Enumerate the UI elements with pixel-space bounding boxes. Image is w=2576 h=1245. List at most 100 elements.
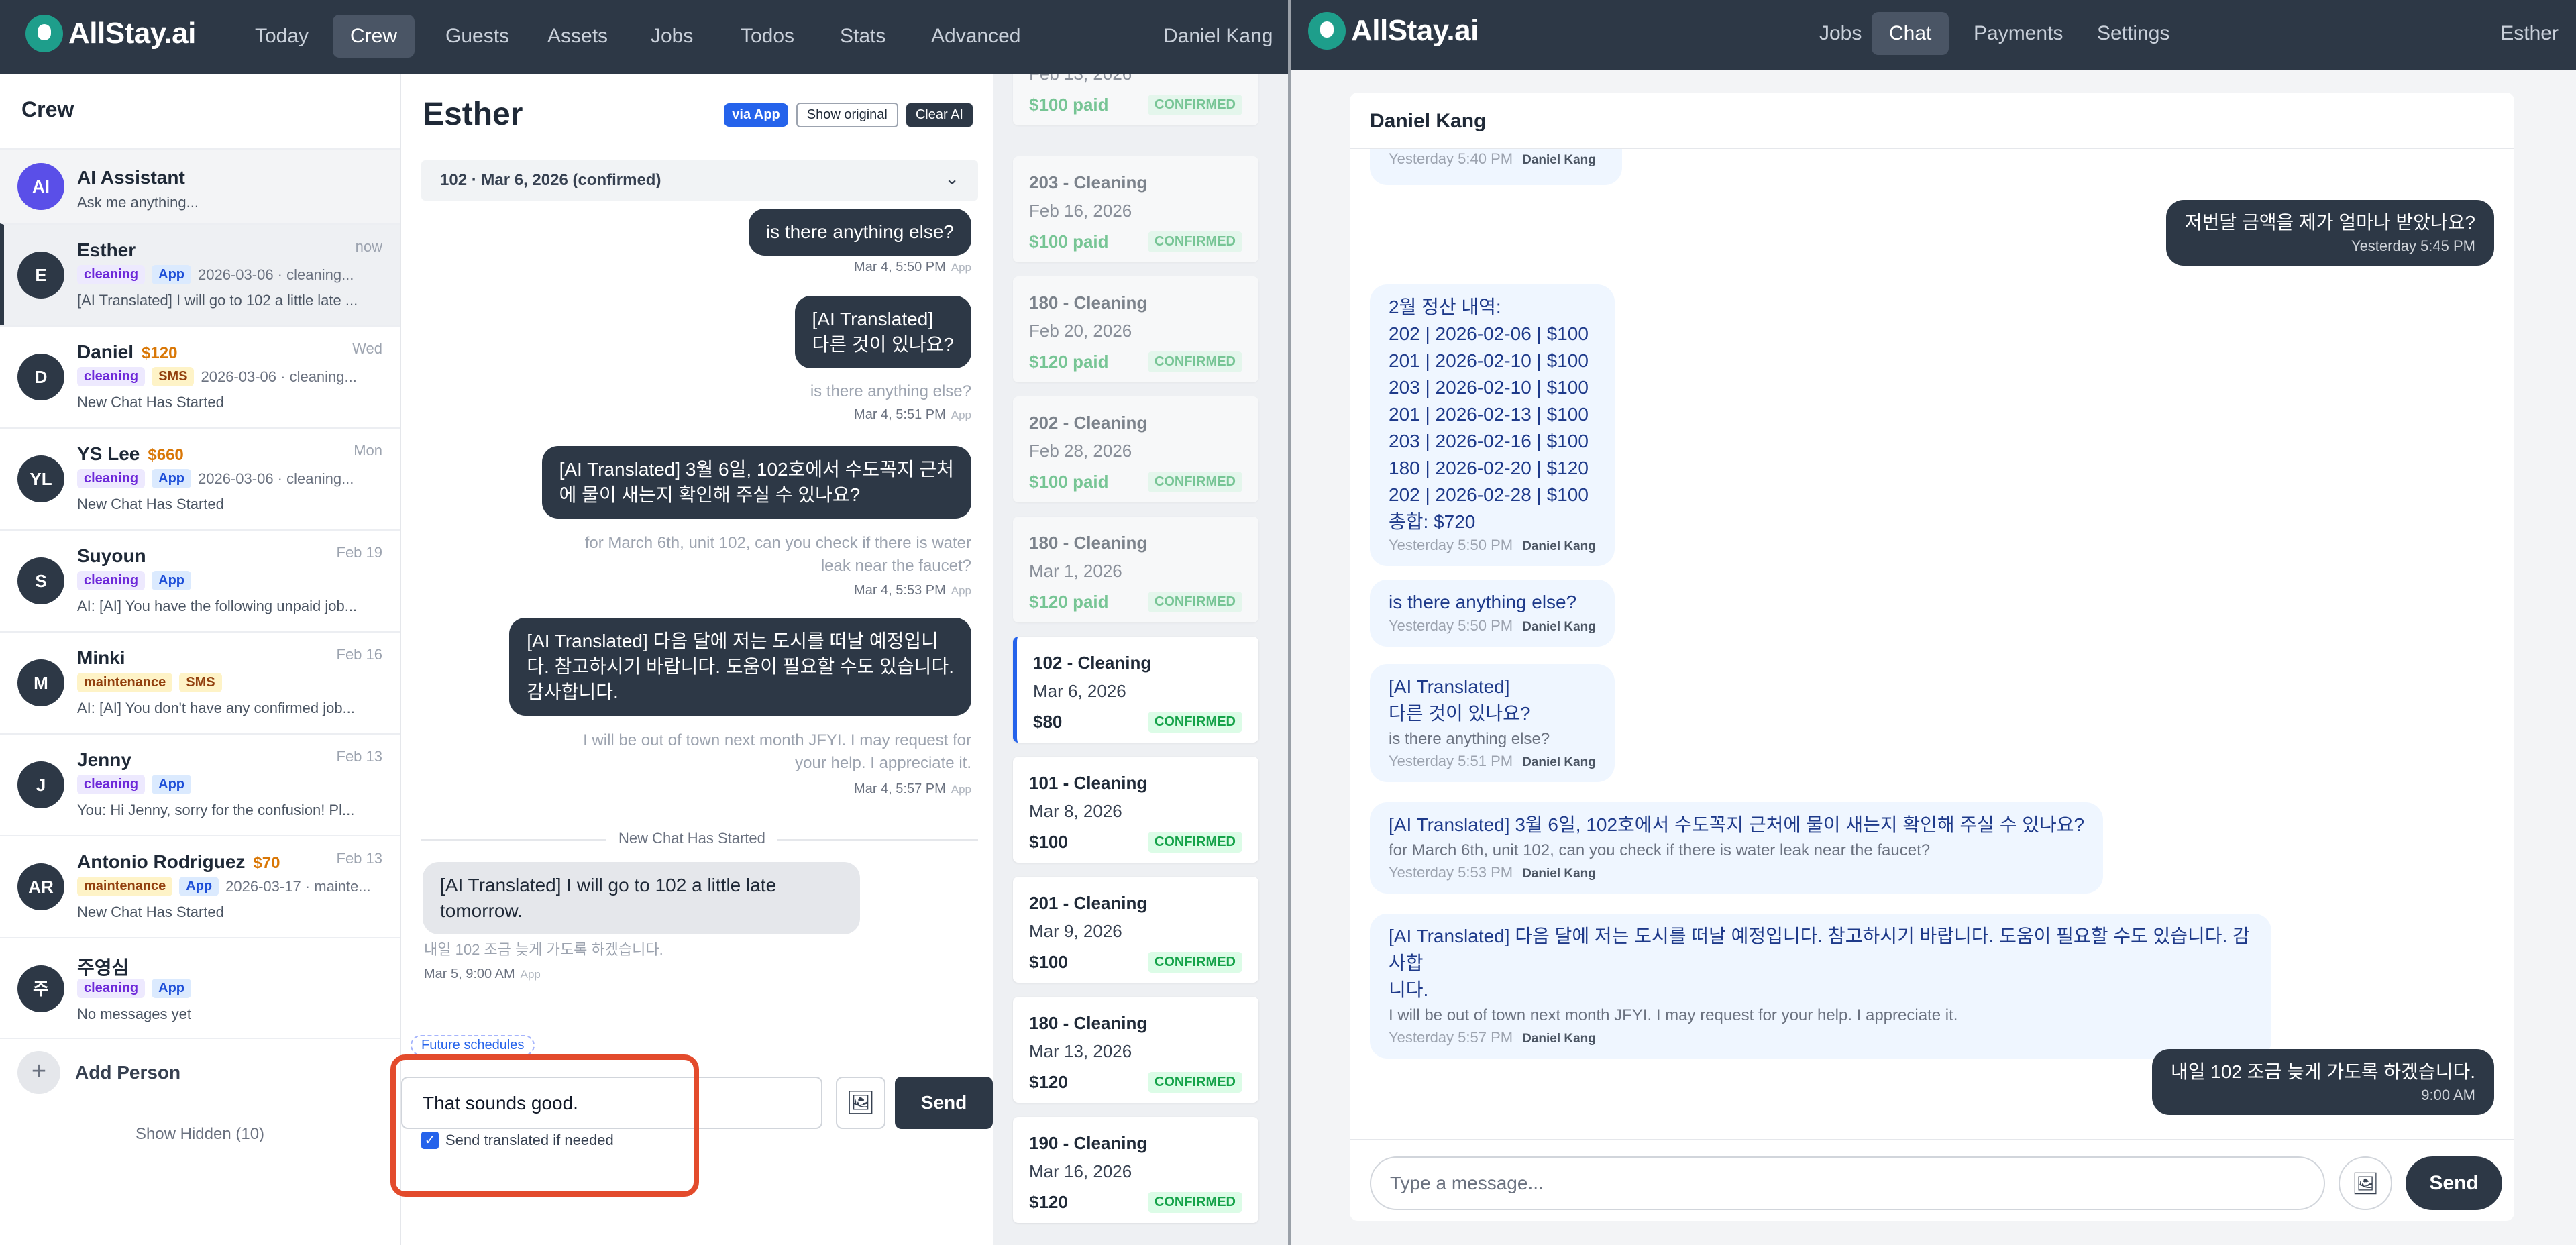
original-text: for March 6th, unit 102, can you check i… (1389, 841, 1931, 859)
message-input[interactable]: Type a message... (1370, 1156, 2325, 1210)
message-text: 감사합니다. (527, 682, 619, 702)
job-summary: 2026-03-06 · cleaning... (201, 368, 357, 385)
job-card[interactable]: 180 - Cleaning Feb 20, 2026 $120 paid CO… (1013, 276, 1258, 382)
crew-item-daniel[interactable]: D Daniel $120 Wed cleaning SMS 2026-03-06… (0, 325, 400, 427)
crew-item-esther[interactable]: E Esther now cleaning App 2026-03-06 · c… (0, 223, 400, 325)
message-text: [AI Translated] 다음 달에 저는 도시를 떠날 예정입니다. 참… (1389, 926, 2250, 973)
role-tag: maintenance (77, 877, 173, 896)
message-sender: Daniel Kang (1522, 539, 1596, 553)
send-button[interactable]: Send (895, 1077, 993, 1129)
message-text: [AI Translated] I will go to 102 a littl… (440, 875, 777, 896)
clear-ai-button[interactable]: Clear AI (906, 103, 973, 127)
role-tag: cleaning (77, 469, 146, 488)
status-badge: CONFIRMED (1147, 1192, 1242, 1213)
job-date: Mar 16, 2026 (1029, 1161, 1132, 1181)
user-menu[interactable]: Esther (2500, 12, 2559, 55)
crew-item-jenny[interactable]: J Jenny Feb 13 cleaning App You: Hi Jenn… (0, 733, 400, 835)
send-button[interactable]: Send (2406, 1156, 2502, 1210)
crew-amount: $70 (253, 854, 280, 872)
crew-tags: cleaning App 2026-03-06 · cleaning... (77, 469, 354, 488)
message-text: [AI Translated] 다음 달에 저는 도시를 떠날 예정입니 (527, 631, 938, 651)
job-price: $120 paid (1029, 351, 1109, 372)
nav-jobs[interactable]: Jobs (633, 15, 710, 58)
user-menu[interactable]: Daniel Kang (1163, 15, 1273, 58)
brand-logo[interactable]: AllStay.ai (1308, 12, 1479, 50)
message-bubble-outgoing: is there anything else? (748, 209, 971, 256)
avatar: S (17, 557, 64, 604)
crew-item-ai-assistant[interactable]: AI AI Assistant Ask me anything... (0, 148, 400, 223)
nav-crew[interactable]: Crew (333, 15, 415, 58)
brand-logo[interactable]: AllStay.ai (25, 15, 196, 52)
crew-item-ys-lee[interactable]: YL YS Lee $660 Mon cleaning App 2026-03-0… (0, 427, 400, 529)
nav-advanced[interactable]: Advanced (914, 15, 1038, 58)
message-text: 201 | 2026-02-13 | $100 (1389, 404, 1589, 425)
job-price: $80 (1033, 712, 1063, 732)
crew-item-minki[interactable]: M Minki Feb 16 maintenance SMS AI: [AI] … (0, 631, 400, 733)
message-time: Yesterday 5:45 PM (2351, 237, 2475, 254)
job-card[interactable]: 180 - Cleaning Mar 1, 2026 $120 paid CON… (1013, 517, 1258, 622)
job-card[interactable]: 203 - Cleaning Feb 16, 2026 $100 paid CO… (1013, 156, 1258, 262)
job-price: $100 (1029, 952, 1068, 972)
status-badge: CONFIRMED (1147, 712, 1242, 733)
crew-item-joo-youngsim[interactable]: 주 주영심 cleaning App No messages yet (0, 937, 400, 1039)
status-badge: CONFIRMED (1147, 95, 1242, 115)
message-sender: Daniel Kang (1522, 620, 1596, 634)
job-card[interactable]: Feb 13, 2026 $100 paid CONFIRMED (1013, 74, 1258, 125)
show-original-button[interactable]: Show original (796, 103, 898, 127)
message-text: 202 | 2026-02-28 | $100 (1389, 484, 1589, 505)
job-card[interactable]: 201 - Cleaning Mar 9, 2026 $100 CONFIRME… (1013, 877, 1258, 983)
crew-name-row: YS Lee $660 (77, 443, 184, 465)
job-card[interactable]: 202 - Cleaning Feb 28, 2026 $100 paid CO… (1013, 396, 1258, 502)
crew-preview: AI: [AI] You have the following unpaid j… (77, 598, 358, 614)
channel-tag: App (179, 877, 219, 896)
crew-name: YS Lee (77, 443, 140, 464)
original-text: is there anything else? (1389, 730, 1550, 748)
crew-preview: New Chat Has Started (77, 496, 224, 512)
message-time: Yesterday 5:53 PM (1389, 864, 1513, 881)
message-bubble-incoming: [AI Translated] 3월 6일, 102호에서 수도꼭지 근처에 물… (1370, 802, 2104, 894)
message-bubble-outgoing: [AI Translated] 3월 6일, 102호에서 수도꼭지 근처 에 … (541, 446, 971, 519)
nav-settings[interactable]: Settings (2080, 12, 2187, 55)
crew-title: Crew (21, 97, 74, 121)
job-card[interactable]: 190 - Cleaning Mar 16, 2026 $120 CONFIRM… (1013, 1117, 1258, 1223)
nav-assets[interactable]: Assets (530, 15, 625, 58)
nav-stats[interactable]: Stats (822, 15, 903, 58)
job-card[interactable]: 101 - Cleaning Mar 8, 2026 $100 CONFIRME… (1013, 757, 1258, 863)
job-card-selected[interactable]: 102 - Cleaning Mar 6, 2026 $80 CONFIRMED (1013, 637, 1258, 743)
channel-tag: App (152, 265, 192, 284)
crew-tags: cleaning App 2026-03-06 · cleaning... (77, 265, 354, 284)
nav-guests[interactable]: Guests (428, 15, 527, 58)
nav-todos[interactable]: Todos (723, 15, 812, 58)
message-text: 총합: $720 (1389, 511, 1476, 532)
crew-item-antonio-rodriguez[interactable]: AR Antonio Rodriguez $70 Feb 13 maintenan… (0, 835, 400, 937)
crew-name: 주영심 (77, 957, 129, 978)
message-text: 180 | 2026-02-20 | $120 (1389, 457, 1589, 478)
job-card[interactable]: 180 - Cleaning Mar 13, 2026 $120 CONFIRM… (1013, 997, 1258, 1103)
nav-today[interactable]: Today (237, 15, 326, 58)
image-attach-button[interactable]: 🖼 (2339, 1156, 2392, 1210)
crew-time: Feb 19 (336, 544, 383, 561)
show-hidden-link[interactable]: Show Hidden (10) (0, 1125, 400, 1144)
crew-tags: cleaning App (77, 571, 192, 590)
message-meta: Yesterday 5:50 PM Daniel Kang (1389, 535, 1596, 557)
crew-name: Suyoun (77, 545, 146, 566)
future-schedules-chip[interactable]: Future schedules (411, 1035, 535, 1056)
add-person-button[interactable]: + Add Person (17, 1051, 180, 1094)
crew-item-suyoun[interactable]: S Suyoun Feb 19 cleaning App AI: [AI] Yo… (0, 529, 400, 631)
status-badge: CONFIRMED (1147, 952, 1242, 973)
crew-preview: Ask me anything... (77, 194, 199, 211)
divider (0, 1038, 400, 1039)
original-text: I will be out of town next month JFYI. I… (583, 729, 971, 775)
crew-tags: cleaning SMS 2026-03-06 · cleaning... (77, 367, 357, 386)
nav-jobs[interactable]: Jobs (1802, 12, 1879, 55)
nav-payments[interactable]: Payments (1956, 12, 2080, 55)
top-navigation-bar: AllStay.ai Today Crew Guests Assets Jobs… (0, 0, 1288, 74)
avatar: AR (17, 863, 64, 910)
image-attach-button[interactable]: 🖼 (836, 1077, 885, 1129)
message-meta: Yesterday 5:57 PM Daniel Kang (1389, 1028, 2253, 1049)
nav-chat[interactable]: Chat (1872, 12, 1949, 55)
job-selector[interactable]: 102 · Mar 6, 2026 (confirmed) ⌄ (421, 160, 978, 201)
crew-time: Feb 13 (336, 850, 383, 867)
message-bubble-outgoing: [AI Translated] 다른 것이 있나요? (794, 296, 971, 368)
job-title: 180 - Cleaning (1029, 1013, 1148, 1033)
